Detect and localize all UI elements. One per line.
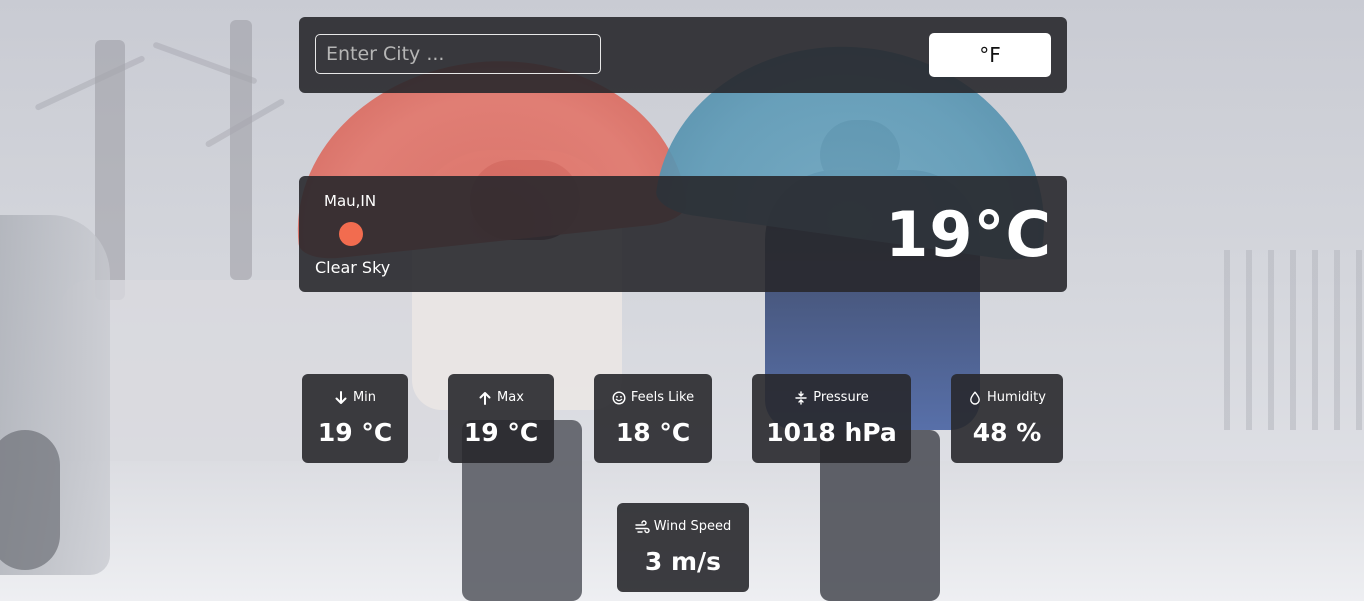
- stat-card-min: Min 19 °C: [302, 374, 408, 463]
- location-label: Mau,IN: [324, 192, 377, 210]
- arrow-down-icon: [334, 390, 348, 405]
- stat-card-feels-like: Feels Like 18 °C: [594, 374, 712, 463]
- stat-value-pressure: 1018 hPa: [766, 418, 897, 447]
- stat-value-humidity: 48 %: [972, 418, 1042, 447]
- unit-toggle-button[interactable]: °F: [929, 33, 1051, 77]
- sun-icon: [339, 222, 363, 246]
- arrow-up-icon: [478, 391, 492, 405]
- stat-card-pressure: Pressure 1018 hPa: [752, 374, 911, 463]
- stat-card-humidity: Humidity 48 %: [951, 374, 1063, 463]
- current-temperature: 19°C: [885, 198, 1052, 271]
- stat-value-min: 19 °C: [317, 418, 393, 447]
- stat-label-max: Max: [497, 390, 524, 405]
- stat-label-wind-speed: Wind Speed: [653, 519, 732, 534]
- wind-icon: [635, 519, 650, 534]
- stat-card-wind-speed: Wind Speed 3 m/s: [617, 503, 749, 592]
- condition-label: Clear Sky: [315, 258, 391, 277]
- stat-label-pressure: Pressure: [813, 390, 869, 405]
- compress-icon: [794, 390, 808, 405]
- stat-value-wind-speed: 3 m/s: [644, 547, 722, 576]
- stat-card-max: Max 19 °C: [448, 374, 554, 463]
- stat-value-max: 19 °C: [463, 418, 539, 447]
- droplet-icon: [968, 391, 982, 405]
- smile-icon: [612, 390, 626, 405]
- stat-value-feels-like: 18 °C: [615, 418, 691, 447]
- city-search-input[interactable]: [315, 34, 601, 74]
- current-weather-card: Mau,IN Clear Sky 19°C: [299, 176, 1067, 292]
- stat-label-min: Min: [352, 390, 377, 405]
- stat-label-humidity: Humidity: [987, 390, 1046, 405]
- search-bar: °F: [299, 17, 1067, 93]
- stat-label-feels-like: Feels Like: [630, 390, 695, 405]
